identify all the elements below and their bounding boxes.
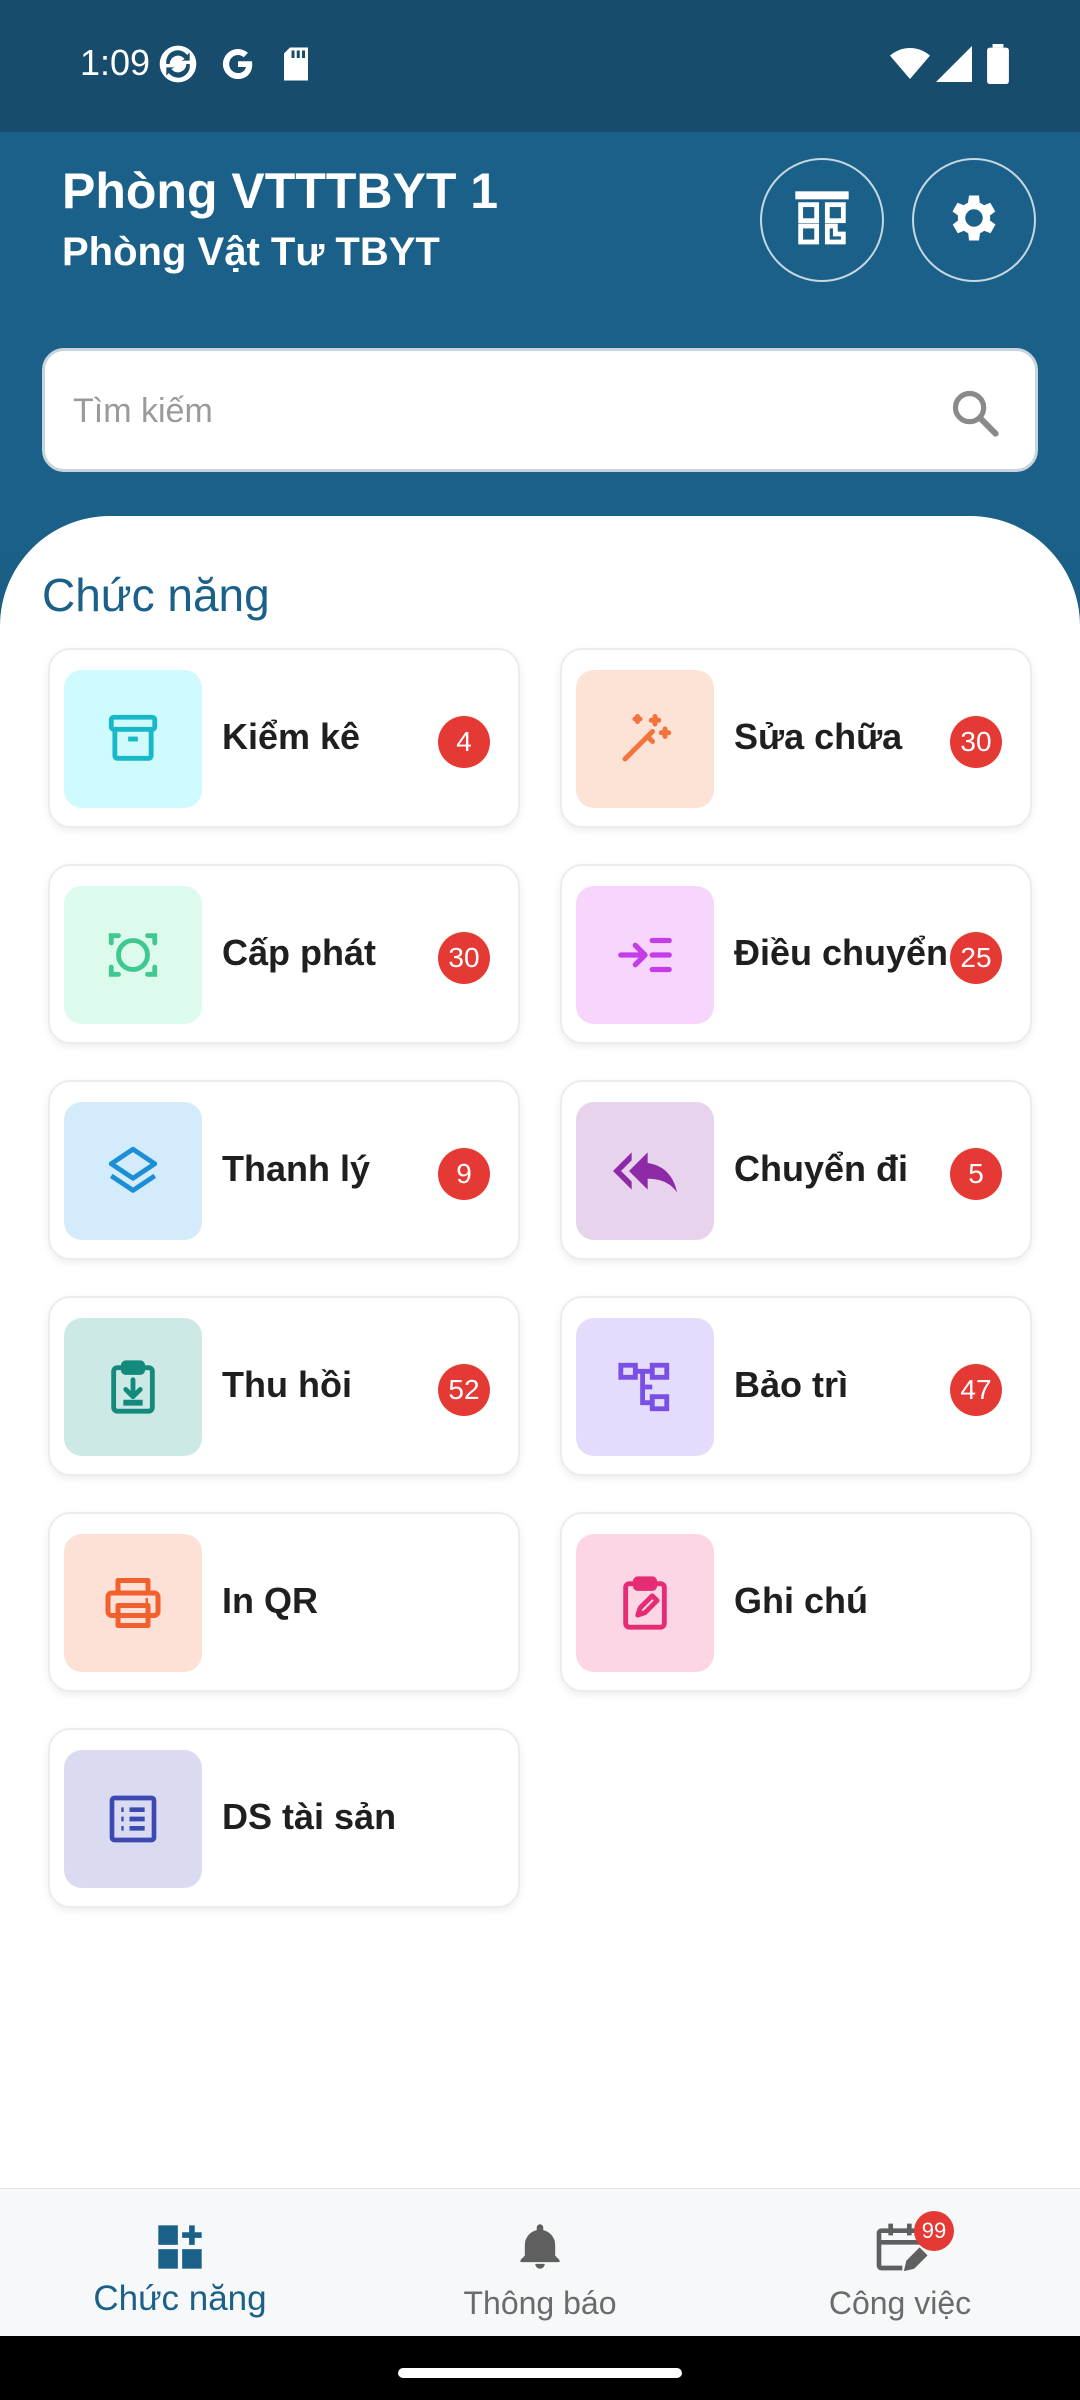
printer-icon [64, 1534, 202, 1672]
status-bar: 1:09 [0, 0, 1080, 132]
count-badge: 52 [438, 1364, 490, 1416]
card-label: Điều chuyển [734, 932, 949, 973]
search-input[interactable] [73, 381, 933, 441]
card-label: Thanh lý [222, 1148, 371, 1189]
card-label: Chuyển đi [734, 1148, 909, 1189]
battery-icon [978, 44, 1018, 84]
clipboard-edit-icon [576, 1534, 714, 1672]
function-card-bao-tri[interactable]: Bảo trì 47 [560, 1296, 1032, 1476]
layers-icon [64, 1102, 202, 1240]
signal-icon [934, 44, 974, 84]
search-icon[interactable] [949, 387, 1001, 444]
sync-icon [158, 44, 198, 84]
search-box[interactable] [42, 348, 1038, 472]
card-label: Cấp phát [222, 932, 377, 973]
clipboard-download-icon [64, 1318, 202, 1456]
count-badge: 30 [438, 932, 490, 984]
sd-card-icon [276, 44, 316, 84]
bell-icon [510, 2217, 570, 2277]
function-card-thanh-ly[interactable]: Thanh lý 9 [48, 1080, 520, 1260]
page-title: Phòng VTTTBYT 1 [62, 163, 499, 219]
nav-label: Công việc [828, 2285, 972, 2321]
list-icon [64, 1750, 202, 1888]
card-label: Kiểm kê [222, 716, 361, 757]
app-header: Phòng VTTTBYT 1 Phòng Vật Tư TBYT [0, 132, 1080, 552]
indent-icon [576, 886, 714, 1024]
qr-scan-icon [790, 186, 854, 255]
section-title: Chức năng [42, 569, 270, 621]
count-badge: 25 [950, 932, 1002, 984]
nav-tab-chuc-nang[interactable]: Chức năng [0, 2189, 360, 2337]
count-badge: 5 [950, 1148, 1002, 1200]
nav-tab-cong-viec[interactable]: 99 Công việc [720, 2189, 1080, 2337]
card-label: Bảo trì [734, 1364, 849, 1405]
function-card-thu-hoi[interactable]: Thu hồi 52 [48, 1296, 520, 1476]
function-card-ghi-chu[interactable]: Ghi chú [560, 1512, 1032, 1692]
function-card-chuyen-di[interactable]: Chuyển đi 5 [560, 1080, 1032, 1260]
dashboard-add-icon [150, 2217, 210, 2277]
card-label: Thu hồi [222, 1364, 352, 1405]
google-icon [218, 44, 258, 84]
home-gesture-handle[interactable] [398, 2368, 682, 2378]
count-badge: 9 [438, 1148, 490, 1200]
focus-frame-icon [64, 886, 202, 1024]
hierarchy-icon [576, 1318, 714, 1456]
nav-label: Chức năng [93, 2279, 267, 2318]
function-card-in-qr[interactable]: In QR [48, 1512, 520, 1692]
gesture-bar [0, 2336, 1080, 2400]
nav-label: Thông báo [463, 2285, 617, 2321]
function-card-sua-chua[interactable]: Sửa chữa 30 [560, 648, 1032, 828]
settings-button[interactable] [912, 158, 1036, 282]
card-label: Ghi chú [734, 1580, 868, 1621]
qr-scan-button[interactable] [760, 158, 884, 282]
card-label: Sửa chữa [734, 716, 903, 757]
wifi-icon [890, 44, 930, 84]
settings-icon [944, 188, 1004, 253]
bottom-nav: Chức năng Thông báo 99 Công việc [0, 2188, 1080, 2336]
functions-panel: Chức năng Kiểm kê 4 Sửa chữa 30 Cấp phát… [0, 516, 1080, 2188]
card-label: In QR [222, 1580, 318, 1621]
reply-all-icon [576, 1102, 714, 1240]
function-card-dieu-chuyen[interactable]: Điều chuyển 25 [560, 864, 1032, 1044]
count-badge: 47 [950, 1364, 1002, 1416]
count-badge: 30 [950, 716, 1002, 768]
count-badge: 4 [438, 716, 490, 768]
magic-wand-icon [576, 670, 714, 808]
archive-icon [64, 670, 202, 808]
nav-tab-thong-bao[interactable]: Thông báo [360, 2189, 720, 2337]
function-card-kiem-ke[interactable]: Kiểm kê 4 [48, 648, 520, 828]
status-time: 1:09 [80, 42, 151, 83]
function-card-ds-tai-san[interactable]: DS tài sản [48, 1728, 520, 1908]
page-subtitle: Phòng Vật Tư TBYT [62, 230, 440, 274]
notification-badge: 99 [914, 2211, 954, 2251]
card-label: DS tài sản [222, 1796, 397, 1837]
function-card-cap-phat[interactable]: Cấp phát 30 [48, 864, 520, 1044]
